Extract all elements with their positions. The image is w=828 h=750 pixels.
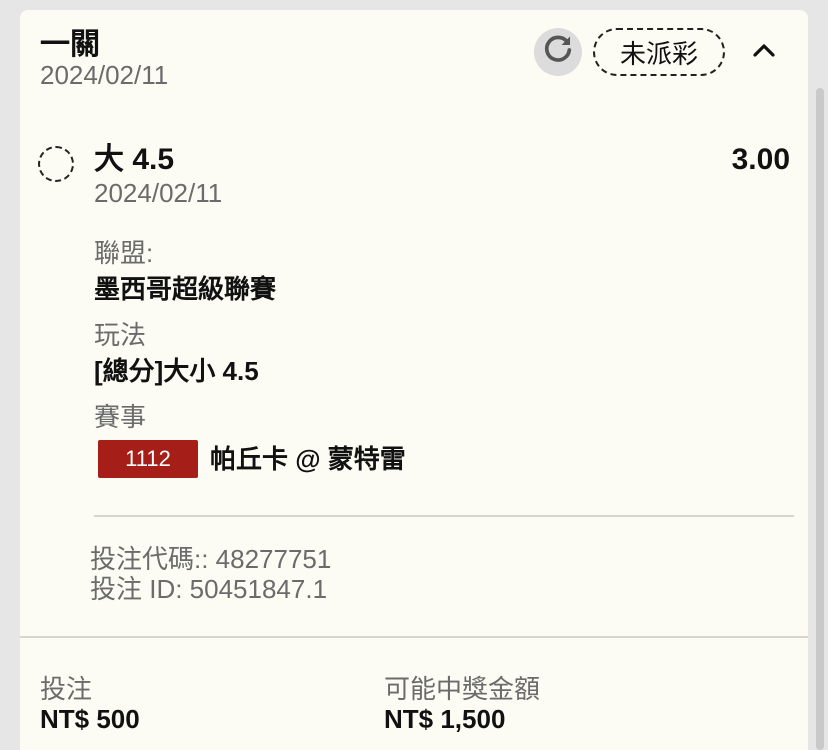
league-label: 聯盟: — [94, 238, 154, 268]
divider — [94, 515, 794, 517]
payout-value: NT$ 1,500 — [384, 704, 506, 734]
bet-id: 投注 ID: 50451847.1 — [90, 574, 328, 604]
bet-code: 投注代碼:: 48277751 — [90, 544, 332, 574]
event-name: 帕丘卡 @ 蒙特雷 — [210, 444, 406, 474]
pick-selection: 大 4.5 — [94, 143, 175, 176]
refresh-icon — [541, 33, 575, 72]
stake-label: 投注 — [40, 674, 93, 704]
pick-status-indicator — [38, 146, 74, 182]
event-label: 賽事 — [94, 402, 147, 432]
footer-divider — [20, 636, 808, 638]
bet-type-title: 一關 — [40, 28, 100, 61]
pick-odds: 3.00 — [731, 143, 790, 176]
status-badge: 未派彩 — [593, 28, 725, 76]
market-label: 玩法 — [94, 320, 147, 350]
collapse-button[interactable] — [748, 36, 780, 68]
pick-date: 2024/02/11 — [94, 178, 223, 208]
bet-date: 2024/02/11 — [40, 60, 169, 90]
chevron-up-icon — [753, 43, 775, 62]
refresh-button[interactable] — [534, 28, 582, 76]
payout-label: 可能中獎金額 — [384, 674, 541, 704]
stake-value: NT$ 500 — [40, 704, 140, 734]
scrollbar[interactable] — [816, 88, 824, 750]
league-value: 墨西哥超級聯賽 — [94, 274, 277, 304]
bet-slip-card: 一關 2024/02/11 未派彩 大 4.5 3.00 2024/02/11 … — [20, 10, 808, 750]
market-value: [總分]大小 4.5 — [94, 356, 259, 386]
event-id-badge: 1112 — [98, 440, 198, 478]
